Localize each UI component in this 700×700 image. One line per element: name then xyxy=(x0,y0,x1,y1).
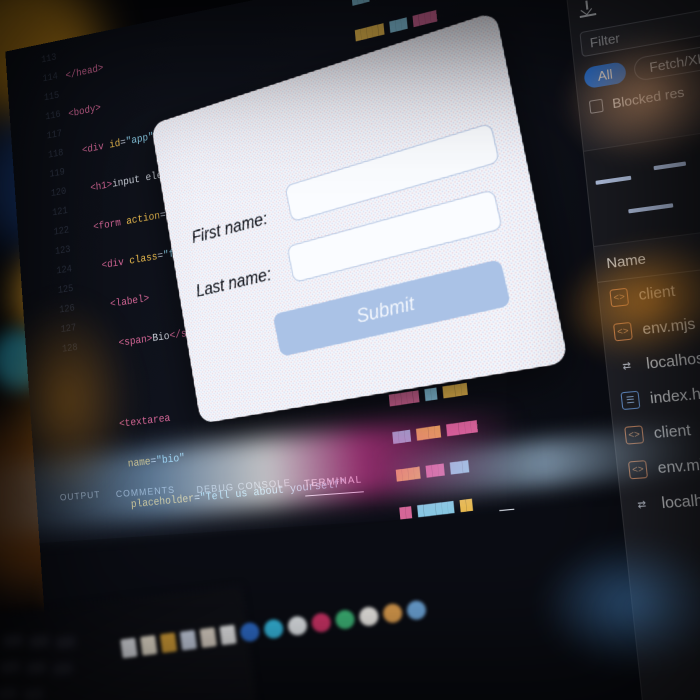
dock-icon[interactable] xyxy=(219,624,237,645)
dock-icon[interactable] xyxy=(310,611,332,633)
checkbox-box[interactable] xyxy=(588,98,604,114)
network-request-name: localhost xyxy=(660,490,700,512)
network-request-name: client xyxy=(653,421,692,442)
dock-icon[interactable] xyxy=(358,605,380,627)
js-file-icon: <> xyxy=(624,425,645,445)
last-name-label: Last name: xyxy=(194,264,273,302)
terminal-add-button[interactable]: + xyxy=(436,515,448,536)
split-terminal-icon[interactable] xyxy=(476,514,491,530)
first-name-label: First name: xyxy=(190,209,269,248)
waterfall-bar xyxy=(653,161,687,171)
terminal-more-button[interactable]: ··· xyxy=(522,510,536,526)
tab-terminal[interactable]: TERMINAL xyxy=(304,474,363,490)
dock-icon[interactable] xyxy=(239,620,261,643)
dock-icon[interactable] xyxy=(405,599,428,621)
dock-icon[interactable] xyxy=(381,602,404,624)
dock-icon[interactable] xyxy=(120,637,138,658)
waterfall-bar xyxy=(595,175,632,185)
tab-comments[interactable]: COMMENTS xyxy=(116,484,176,500)
terminal-title: node - form-app xyxy=(345,519,428,542)
submit-button-label: Submit xyxy=(354,292,417,327)
chip-all[interactable]: All xyxy=(583,60,628,90)
network-request-name: client xyxy=(637,282,676,304)
network-request-name: index.html xyxy=(649,383,700,408)
document-icon: ☰ xyxy=(620,390,641,411)
dock-icon[interactable] xyxy=(286,614,309,637)
photo-stage: 113 114 115 116 117 118 119 120 121 122 123 124 125 1… xyxy=(0,0,700,700)
terminal-icon: >_ xyxy=(317,528,337,543)
dock-icon[interactable] xyxy=(140,634,158,656)
tab-debug-console[interactable]: DEBUG CONSOLE xyxy=(196,477,291,496)
websocket-icon: ⇄ xyxy=(636,496,647,513)
blocked-responses-label: Blocked res xyxy=(611,84,686,112)
dock-icon[interactable] xyxy=(179,629,198,651)
js-file-icon: <> xyxy=(613,321,633,342)
terminal-close-button[interactable]: ✕ xyxy=(567,506,579,523)
last-name-row: Last name: xyxy=(195,265,273,302)
filter-placeholder: Filter xyxy=(589,30,621,51)
waterfall-bar xyxy=(628,203,674,214)
dock-icon[interactable] xyxy=(159,631,178,653)
terminal-collapse-button[interactable]: ∧ xyxy=(546,508,557,524)
download-icon[interactable] xyxy=(578,0,597,19)
trash-icon[interactable] xyxy=(498,508,514,527)
websocket-icon: ⇄ xyxy=(621,357,632,375)
dock-icon[interactable] xyxy=(334,608,356,630)
js-file-icon: <> xyxy=(609,287,630,308)
tab-output[interactable]: OUTPUT xyxy=(60,489,101,503)
dock-icon[interactable] xyxy=(199,626,217,648)
dock-icon[interactable] xyxy=(262,617,285,640)
network-request-name: env.mjs xyxy=(656,455,700,477)
chevron-down-icon[interactable]: ⌄ xyxy=(457,517,467,531)
js-file-icon: <> xyxy=(627,460,649,480)
network-request-name: env.mjs xyxy=(641,315,697,338)
network-request-name: localhost xyxy=(645,349,700,373)
first-name-row: First name: xyxy=(190,209,269,248)
